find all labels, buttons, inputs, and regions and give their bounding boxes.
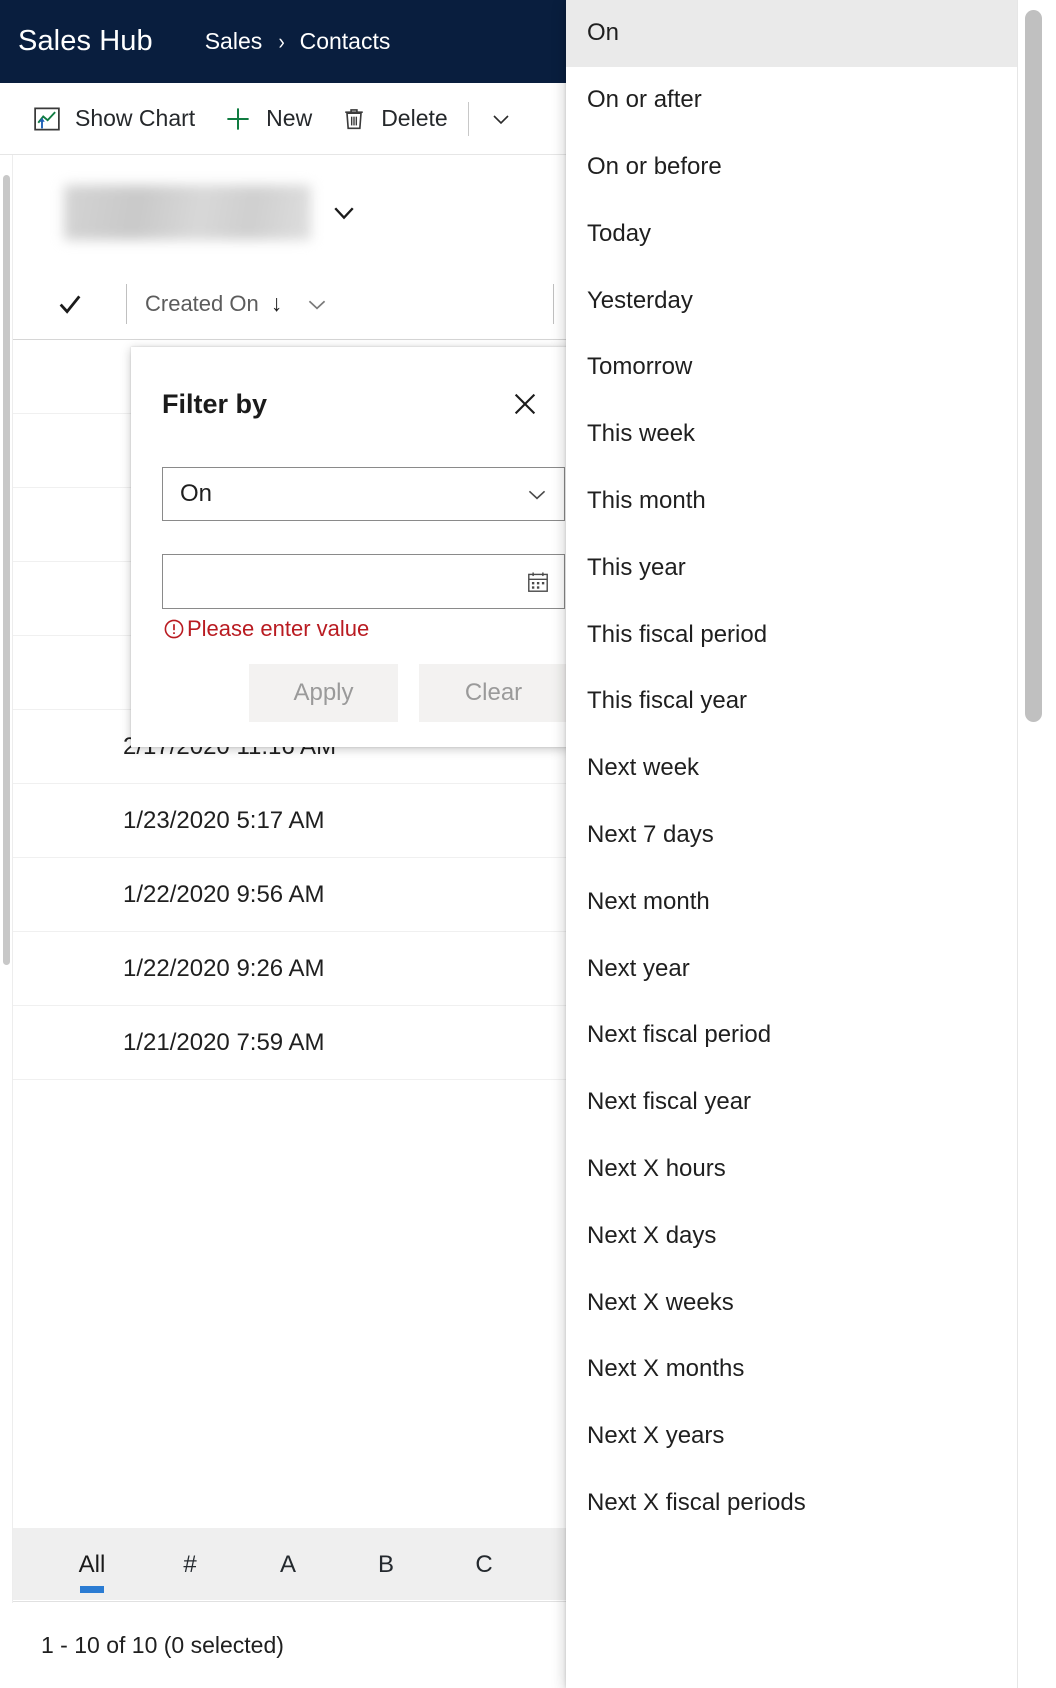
- alphabet-item-hash[interactable]: #: [141, 1549, 239, 1579]
- operator-option-tomorrow[interactable]: Tomorrow: [566, 334, 1018, 401]
- operator-option-next-month[interactable]: Next month: [566, 868, 1018, 935]
- delete-label: Delete: [381, 105, 447, 132]
- column-divider: [126, 284, 127, 324]
- operator-option-next-fiscal-period[interactable]: Next fiscal period: [566, 1002, 1018, 1069]
- operator-option-this-year[interactable]: This year: [566, 534, 1018, 601]
- alphabet-active-underline: [80, 1586, 104, 1593]
- operator-option-on-or-after[interactable]: On or after: [566, 67, 1018, 134]
- clear-button[interactable]: Clear: [419, 664, 568, 722]
- delete-button[interactable]: Delete: [326, 83, 461, 155]
- column-divider-2: [553, 284, 554, 324]
- alphabet-item-a[interactable]: A: [239, 1549, 337, 1579]
- filter-operator-value: On: [180, 480, 212, 508]
- operator-option-next-7-days[interactable]: Next 7 days: [566, 802, 1018, 869]
- operator-option-this-month[interactable]: This month: [566, 468, 1018, 535]
- breadcrumb-current[interactable]: Contacts: [300, 28, 391, 55]
- filter-dialog-header: Filter by: [131, 347, 570, 423]
- show-chart-button[interactable]: Show Chart: [18, 83, 209, 155]
- operator-option-next-x-fiscal-periods[interactable]: Next X fiscal periods: [566, 1470, 1018, 1537]
- filter-operator-dropdown[interactable]: On: [162, 467, 565, 521]
- operator-option-on[interactable]: On: [566, 0, 1018, 67]
- operator-option-next-year[interactable]: Next year: [566, 935, 1018, 1002]
- select-all-checkbox[interactable]: [13, 290, 126, 318]
- operator-option-next-x-months[interactable]: Next X months: [566, 1336, 1018, 1403]
- plus-icon: [223, 104, 253, 134]
- calendar-icon[interactable]: [525, 569, 551, 595]
- app-title: Sales Hub: [18, 25, 153, 58]
- alphabet-item-label: All: [79, 1551, 106, 1578]
- alphabet-item-c[interactable]: C: [435, 1549, 533, 1579]
- cell-created-on: 1/22/2020 9:56 AM: [13, 881, 325, 909]
- column-header-created-on[interactable]: Created On: [145, 291, 259, 317]
- grid-scrollbar-thumb[interactable]: [3, 175, 10, 965]
- view-selector-name[interactable]: [64, 185, 311, 240]
- alphabet-item-b[interactable]: B: [337, 1549, 435, 1579]
- operator-option-today[interactable]: Today: [566, 200, 1018, 267]
- filter-validation-error: Please enter value: [162, 616, 570, 642]
- show-chart-label: Show Chart: [75, 105, 195, 132]
- record-count-text: 1 - 10 of 10 (0 selected): [41, 1632, 284, 1659]
- trash-icon: [340, 105, 368, 133]
- operator-option-this-fiscal-year[interactable]: This fiscal year: [566, 668, 1018, 735]
- apply-button[interactable]: Apply: [249, 664, 398, 722]
- operator-dropdown-scrollbar-thumb[interactable]: [1025, 10, 1042, 722]
- cell-created-on: 1/21/2020 7:59 AM: [13, 1029, 325, 1057]
- new-label: New: [266, 105, 312, 132]
- breadcrumb-separator-icon: ›: [279, 29, 285, 55]
- cell-created-on: 1/22/2020 9:26 AM: [13, 955, 325, 983]
- column-menu-chevron-down-icon[interactable]: [304, 291, 330, 317]
- operator-option-next-x-hours[interactable]: Next X hours: [566, 1136, 1018, 1203]
- sort-descending-arrow-icon: ↓: [271, 290, 283, 317]
- view-selector-chevron-down-icon[interactable]: [329, 197, 359, 227]
- operator-option-this-week[interactable]: This week: [566, 401, 1018, 468]
- operator-option-next-x-years[interactable]: Next X years: [566, 1403, 1018, 1470]
- command-overflow-button[interactable]: [475, 83, 527, 155]
- operator-option-next-x-weeks[interactable]: Next X weeks: [566, 1269, 1018, 1336]
- alphabet-item-all[interactable]: All: [43, 1549, 141, 1579]
- operator-option-next-x-days[interactable]: Next X days: [566, 1202, 1018, 1269]
- filter-by-dialog: Filter by On: [131, 347, 570, 747]
- filter-error-text: Please enter value: [187, 616, 369, 642]
- close-icon[interactable]: [506, 385, 544, 423]
- breadcrumb-parent[interactable]: Sales: [205, 28, 263, 55]
- command-bar-divider: [468, 102, 469, 136]
- operator-option-next-fiscal-year[interactable]: Next fiscal year: [566, 1069, 1018, 1136]
- app-root: Sales Hub Sales › Contacts Show Chart: [0, 0, 1056, 1688]
- operator-dropdown-list[interactable]: On On or after On or before Today Yester…: [566, 0, 1018, 1688]
- error-circle-icon: [162, 617, 186, 641]
- operator-option-yesterday[interactable]: Yesterday: [566, 267, 1018, 334]
- chevron-down-icon: [489, 107, 513, 131]
- operator-option-next-week[interactable]: Next week: [566, 735, 1018, 802]
- show-chart-icon: [32, 104, 62, 134]
- new-button[interactable]: New: [209, 83, 326, 155]
- chevron-down-icon: [524, 481, 550, 507]
- filter-dialog-title: Filter by: [162, 389, 267, 420]
- cell-created-on: 1/23/2020 5:17 AM: [13, 807, 325, 835]
- breadcrumb: Sales › Contacts: [205, 28, 391, 55]
- grid-vertical-scrollbar[interactable]: [0, 155, 13, 1603]
- operator-option-this-fiscal-period[interactable]: This fiscal period: [566, 601, 1018, 668]
- checkmark-icon: [56, 290, 84, 318]
- filter-dialog-actions: Apply Clear: [249, 664, 570, 722]
- filter-date-input[interactable]: [162, 554, 565, 609]
- operator-option-on-or-before[interactable]: On or before: [566, 134, 1018, 201]
